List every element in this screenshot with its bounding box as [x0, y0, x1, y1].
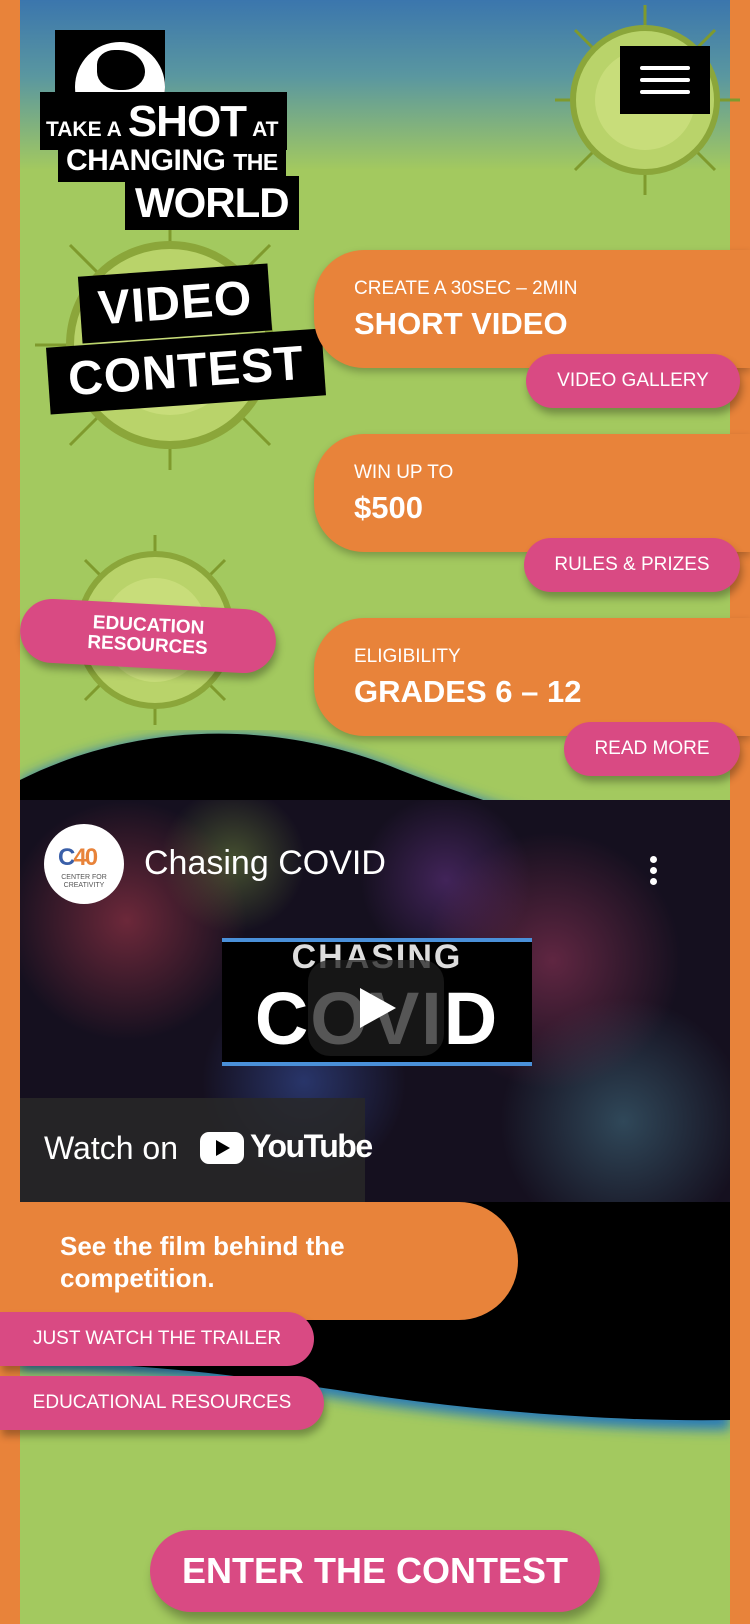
- watch-on-label: Watch on: [44, 1130, 178, 1166]
- youtube-icon: [200, 1132, 244, 1164]
- card-value: $500: [354, 490, 423, 525]
- channel-logo-text: C40: [58, 844, 98, 871]
- film-callout-card: See the film behind the competition.: [20, 1202, 518, 1320]
- rules-prizes-button[interactable]: RULES & PRIZES: [524, 538, 740, 592]
- educational-resources-button[interactable]: EDUCATIONAL RESOURCES: [0, 1376, 324, 1430]
- menu-bar-icon: [640, 78, 690, 82]
- watch-trailer-button[interactable]: JUST WATCH THE TRAILER: [0, 1312, 314, 1366]
- card-value: SHORT VIDEO: [354, 306, 568, 341]
- card-value: GRADES 6 – 12: [354, 674, 582, 709]
- info-card-eligibility: ELIGIBILITY GRADES 6 – 12: [314, 618, 750, 736]
- logo-text: SHOT: [127, 97, 247, 146]
- card-label: ELIGIBILITY: [354, 646, 461, 667]
- enter-contest-button[interactable]: ENTER THE CONTEST: [150, 1530, 600, 1612]
- youtube-wordmark: YouTube: [250, 1128, 373, 1164]
- film-callout-text: See the film behind the competition.: [60, 1231, 345, 1293]
- play-button[interactable]: [308, 960, 444, 1056]
- menu-bar-icon: [640, 90, 690, 94]
- info-card-short-video: CREATE A 30SEC – 2MIN SHORT VIDEO: [314, 250, 750, 368]
- logo-text: AT: [252, 118, 279, 141]
- video-contest-title: VIDEO: [77, 263, 273, 344]
- info-card-prize: WIN UP TO $500: [314, 434, 750, 552]
- logo-text: CHANGING: [66, 144, 226, 177]
- video-gallery-button[interactable]: VIDEO GALLERY: [526, 354, 740, 408]
- logo-line-3: WORLD: [125, 176, 299, 230]
- youtube-video-player[interactable]: C40 CENTER FOR CREATIVITY Chasing COVID …: [20, 800, 730, 1202]
- education-resources-button[interactable]: EDUCATION RESOURCES: [18, 597, 278, 675]
- menu-bar-icon: [640, 66, 690, 70]
- more-options-icon[interactable]: [650, 856, 658, 889]
- card-label: CREATE A 30SEC – 2MIN: [354, 278, 578, 299]
- site-logo[interactable]: TAKE A SHOT AT CHANGING THE WORLD: [40, 30, 325, 230]
- logo-text: TAKE A: [46, 118, 122, 141]
- card-label: WIN UP TO: [354, 462, 454, 483]
- video-title[interactable]: Chasing COVID: [144, 844, 386, 883]
- logo-text: THE: [233, 149, 278, 175]
- play-icon: [360, 988, 396, 1028]
- hamburger-menu-button[interactable]: [620, 46, 710, 114]
- right-border: [730, 0, 750, 1624]
- channel-logo-subtitle: CENTER FOR CREATIVITY: [61, 874, 107, 889]
- channel-avatar[interactable]: C40 CENTER FOR CREATIVITY: [44, 824, 124, 904]
- watch-on-youtube-link[interactable]: Watch on YouTube: [20, 1098, 373, 1202]
